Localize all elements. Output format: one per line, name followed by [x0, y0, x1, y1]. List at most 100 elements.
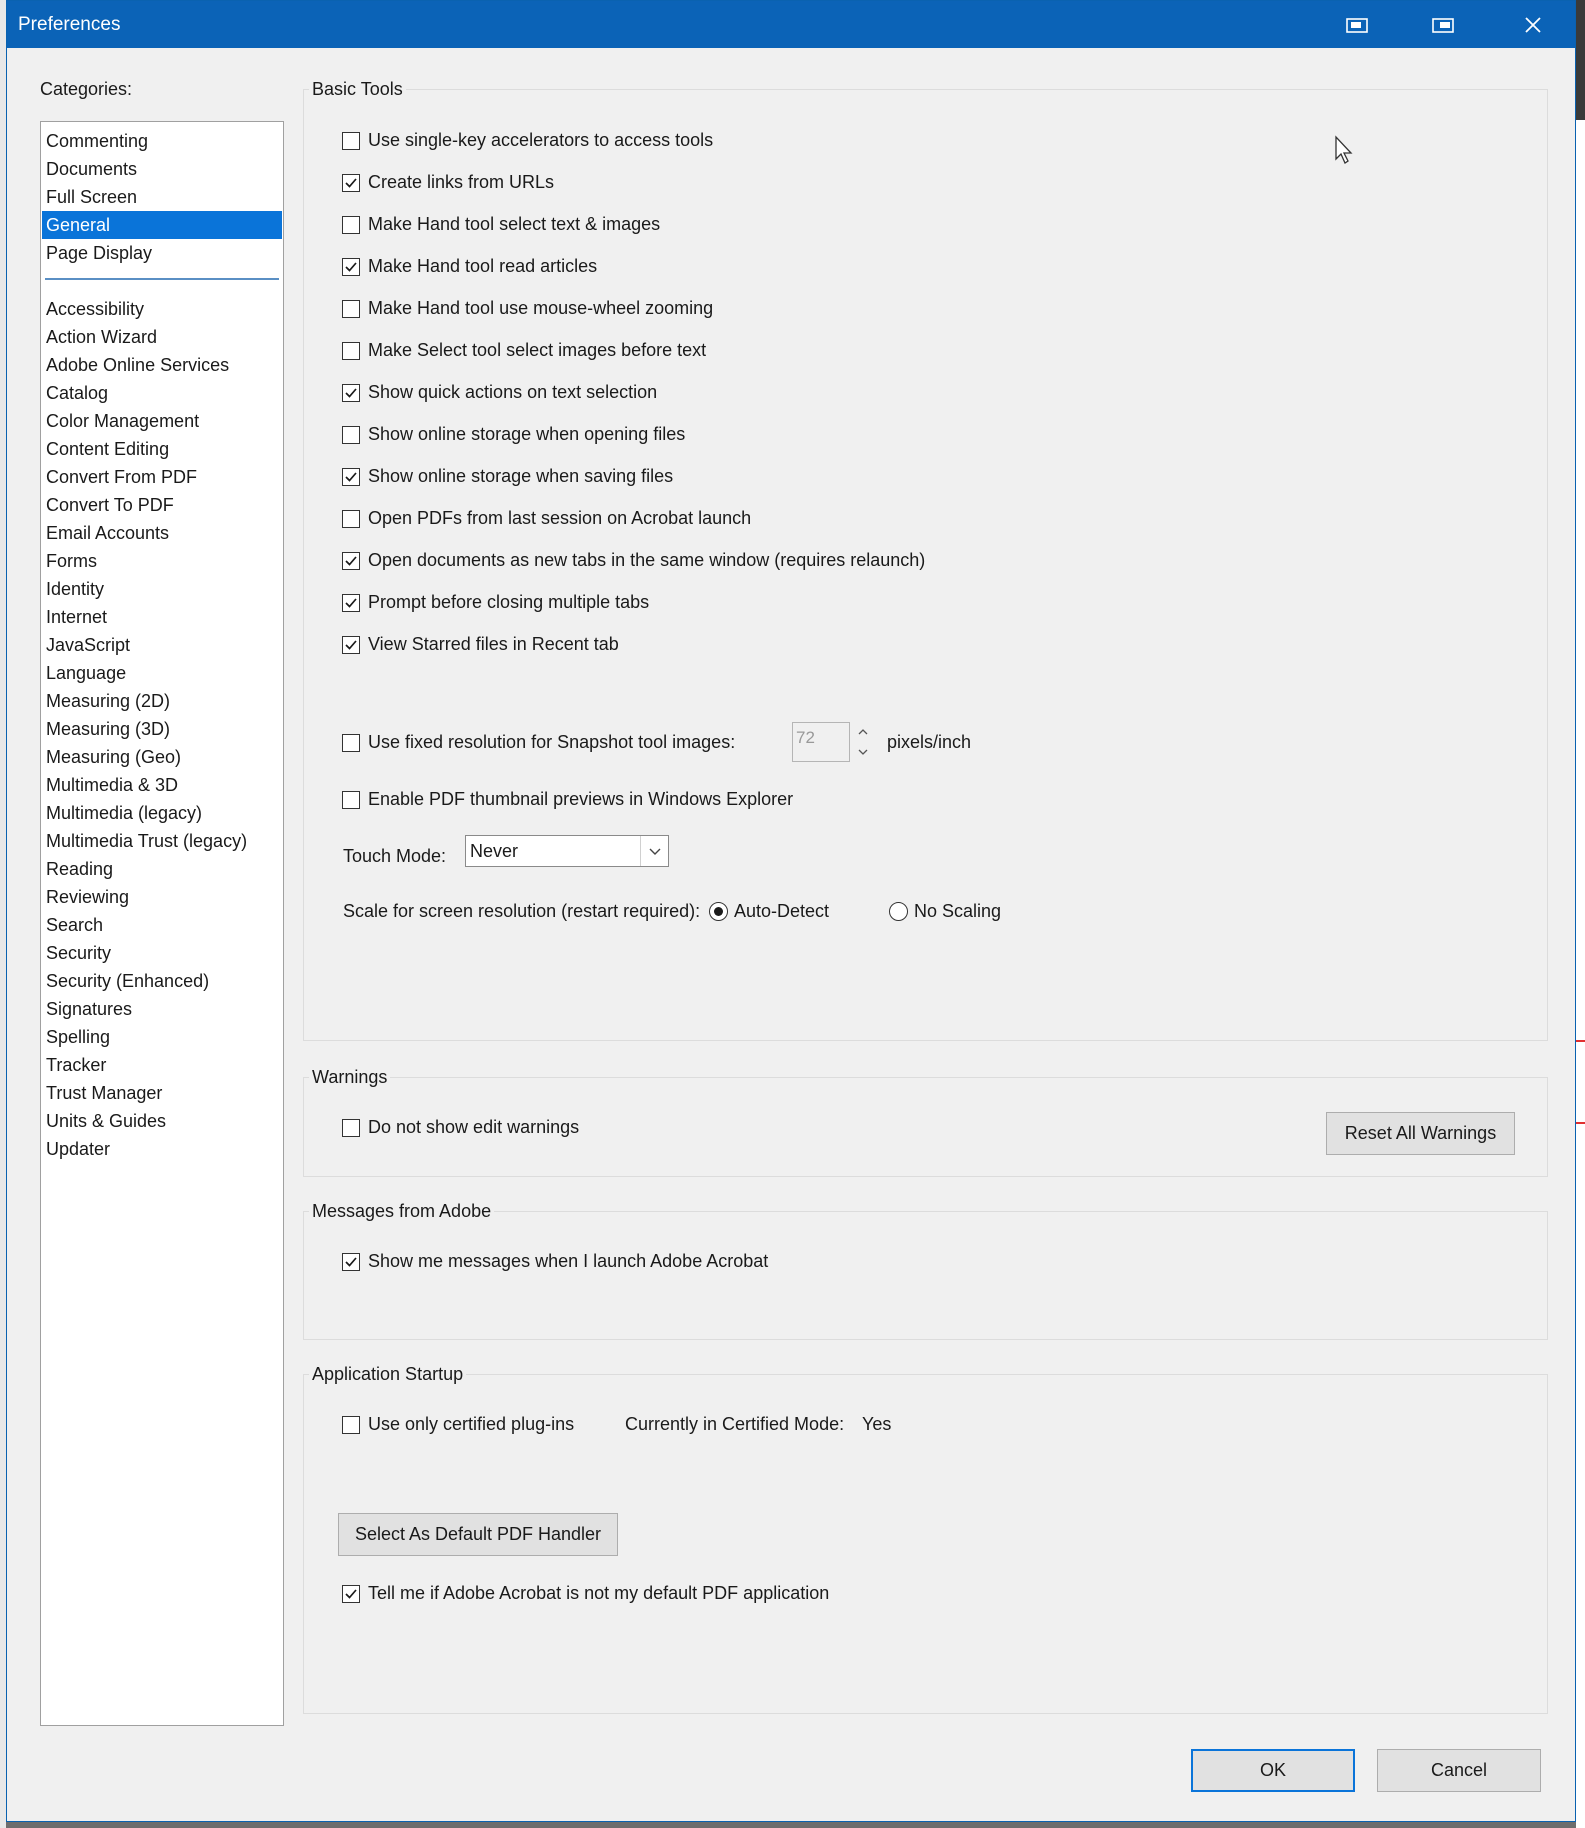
reset-warnings-button[interactable]: Reset All Warnings — [1326, 1112, 1515, 1155]
chevron-down-icon[interactable] — [640, 836, 668, 866]
thumbnail-row[interactable]: Enable PDF thumbnail previews in Windows… — [342, 789, 793, 810]
basic-option-checkbox[interactable] — [342, 131, 360, 150]
category-item-full-screen[interactable]: Full Screen — [42, 183, 282, 211]
basic-option-row[interactable]: Show online storage when saving files — [342, 466, 673, 487]
category-item-catalog[interactable]: Catalog — [42, 379, 282, 407]
category-item-measuring-2d[interactable]: Measuring (2D) — [42, 687, 282, 715]
category-item-page-display[interactable]: Page Display — [42, 239, 282, 267]
edit-warnings-row[interactable]: Do not show edit warnings — [342, 1117, 579, 1138]
category-item-documents[interactable]: Documents — [42, 155, 282, 183]
basic-option-checkbox[interactable] — [342, 299, 360, 318]
category-item-security-enhanced[interactable]: Security (Enhanced) — [42, 967, 282, 995]
messages-row[interactable]: Show me messages when I launch Adobe Acr… — [342, 1251, 768, 1272]
no-scaling-option[interactable]: No Scaling — [889, 901, 1001, 922]
basic-option-checkbox[interactable] — [342, 635, 360, 654]
basic-option-label: Make Hand tool read articles — [368, 256, 598, 276]
close-icon[interactable] — [1503, 1, 1563, 48]
basic-option-row[interactable]: Open PDFs from last session on Acrobat l… — [342, 508, 751, 529]
category-item-commenting[interactable]: Commenting — [42, 127, 282, 155]
default-pdf-handler-button[interactable]: Select As Default PDF Handler — [338, 1513, 618, 1556]
category-item-forms[interactable]: Forms — [42, 547, 282, 575]
touch-mode-select[interactable]: Never — [465, 835, 669, 867]
basic-option-row[interactable]: Make Hand tool read articles — [342, 256, 597, 277]
thumbnail-checkbox[interactable] — [342, 790, 360, 809]
basic-option-row[interactable]: View Starred files in Recent tab — [342, 634, 619, 655]
category-item-search[interactable]: Search — [42, 911, 282, 939]
auto-detect-option[interactable]: Auto-Detect — [709, 901, 829, 922]
category-item-measuring-geo[interactable]: Measuring (Geo) — [42, 743, 282, 771]
categories-list[interactable]: Commenting Documents Full Screen General Pag… — [40, 121, 284, 1726]
snapshot-checkbox[interactable] — [342, 733, 360, 752]
category-item-reviewing[interactable]: Reviewing — [42, 883, 282, 911]
stepper-up-icon[interactable] — [852, 722, 874, 741]
category-item-reading[interactable]: Reading — [42, 855, 282, 883]
category-item-general[interactable]: General — [42, 211, 282, 239]
basic-option-row[interactable]: Open documents as new tabs in the same w… — [342, 550, 925, 571]
category-item-tracker[interactable]: Tracker — [42, 1051, 282, 1079]
basic-option-checkbox[interactable] — [342, 341, 360, 360]
startup-title: Application Startup — [309, 1364, 467, 1385]
basic-option-row[interactable]: Show online storage when opening files — [342, 424, 685, 445]
background-window-right — [1576, 0, 1585, 1828]
category-item-multimedia-legacy[interactable]: Multimedia (legacy) — [42, 799, 282, 827]
category-item-color-management[interactable]: Color Management — [42, 407, 282, 435]
category-item-measuring-3d[interactable]: Measuring (3D) — [42, 715, 282, 743]
category-item-internet[interactable]: Internet — [42, 603, 282, 631]
category-item-content-editing[interactable]: Content Editing — [42, 435, 282, 463]
category-item-javascript[interactable]: JavaScript — [42, 631, 282, 659]
ok-button[interactable]: OK — [1191, 1749, 1355, 1792]
basic-option-checkbox[interactable] — [342, 425, 360, 444]
basic-option-label: Open PDFs from last session on Acrobat l… — [368, 508, 752, 528]
resolution-input[interactable]: 72 — [792, 722, 850, 762]
auto-detect-label: Auto-Detect — [734, 901, 830, 921]
certified-row[interactable]: Use only certified plug-ins — [342, 1414, 574, 1435]
auto-detect-radio[interactable] — [709, 902, 728, 921]
category-item-updater[interactable]: Updater — [42, 1135, 282, 1163]
basic-option-checkbox[interactable] — [342, 173, 360, 192]
basic-option-checkbox[interactable] — [342, 551, 360, 570]
basic-option-label: View Starred files in Recent tab — [368, 634, 619, 654]
default-app-row[interactable]: Tell me if Adobe Acrobat is not my defau… — [342, 1583, 829, 1604]
basic-option-row[interactable]: Make Hand tool select text & images — [342, 214, 660, 235]
category-item-identity[interactable]: Identity — [42, 575, 282, 603]
default-app-checkbox[interactable] — [342, 1584, 360, 1603]
basic-option-checkbox[interactable] — [342, 383, 360, 402]
no-scaling-radio[interactable] — [889, 902, 908, 921]
category-item-email-accounts[interactable]: Email Accounts — [42, 519, 282, 547]
snapshot-resolution-row[interactable]: Use fixed resolution for Snapshot tool i… — [342, 732, 735, 753]
basic-option-row[interactable]: Show quick actions on text selection — [342, 382, 657, 403]
resolution-stepper[interactable]: 72 — [792, 722, 874, 762]
category-item-multimedia-trust-legacy[interactable]: Multimedia Trust (legacy) — [42, 827, 282, 855]
edit-warnings-checkbox[interactable] — [342, 1118, 360, 1137]
category-item-convert-to-pdf[interactable]: Convert To PDF — [42, 491, 282, 519]
stepper-down-icon[interactable] — [852, 742, 874, 761]
certified-checkbox[interactable] — [342, 1415, 360, 1434]
restore-icon[interactable] — [1414, 1, 1474, 48]
basic-option-checkbox[interactable] — [342, 593, 360, 612]
category-item-multimedia-3d[interactable]: Multimedia & 3D — [42, 771, 282, 799]
basic-option-checkbox[interactable] — [342, 509, 360, 528]
title-bar: Preferences — [7, 1, 1575, 48]
category-item-adobe-online-services[interactable]: Adobe Online Services — [42, 351, 282, 379]
category-item-security[interactable]: Security — [42, 939, 282, 967]
basic-option-row[interactable]: Make Hand tool use mouse-wheel zooming — [342, 298, 713, 319]
thumbnail-label: Enable PDF thumbnail previews in Windows… — [368, 789, 794, 809]
cancel-button[interactable]: Cancel — [1377, 1749, 1541, 1792]
category-item-language[interactable]: Language — [42, 659, 282, 687]
category-item-accessibility[interactable]: Accessibility — [42, 295, 282, 323]
basic-option-checkbox[interactable] — [342, 467, 360, 486]
basic-option-row[interactable]: Use single-key accelerators to access to… — [342, 130, 713, 151]
basic-option-row[interactable]: Make Select tool select images before te… — [342, 340, 706, 361]
messages-checkbox[interactable] — [342, 1252, 360, 1271]
basic-option-checkbox[interactable] — [342, 257, 360, 276]
category-item-convert-from-pdf[interactable]: Convert From PDF — [42, 463, 282, 491]
category-item-signatures[interactable]: Signatures — [42, 995, 282, 1023]
category-item-units-guides[interactable]: Units & Guides — [42, 1107, 282, 1135]
category-item-trust-manager[interactable]: Trust Manager — [42, 1079, 282, 1107]
basic-option-checkbox[interactable] — [342, 215, 360, 234]
basic-option-row[interactable]: Create links from URLs — [342, 172, 554, 193]
category-item-action-wizard[interactable]: Action Wizard — [42, 323, 282, 351]
category-item-spelling[interactable]: Spelling — [42, 1023, 282, 1051]
snap-icon[interactable] — [1328, 1, 1388, 48]
basic-option-row[interactable]: Prompt before closing multiple tabs — [342, 592, 649, 613]
